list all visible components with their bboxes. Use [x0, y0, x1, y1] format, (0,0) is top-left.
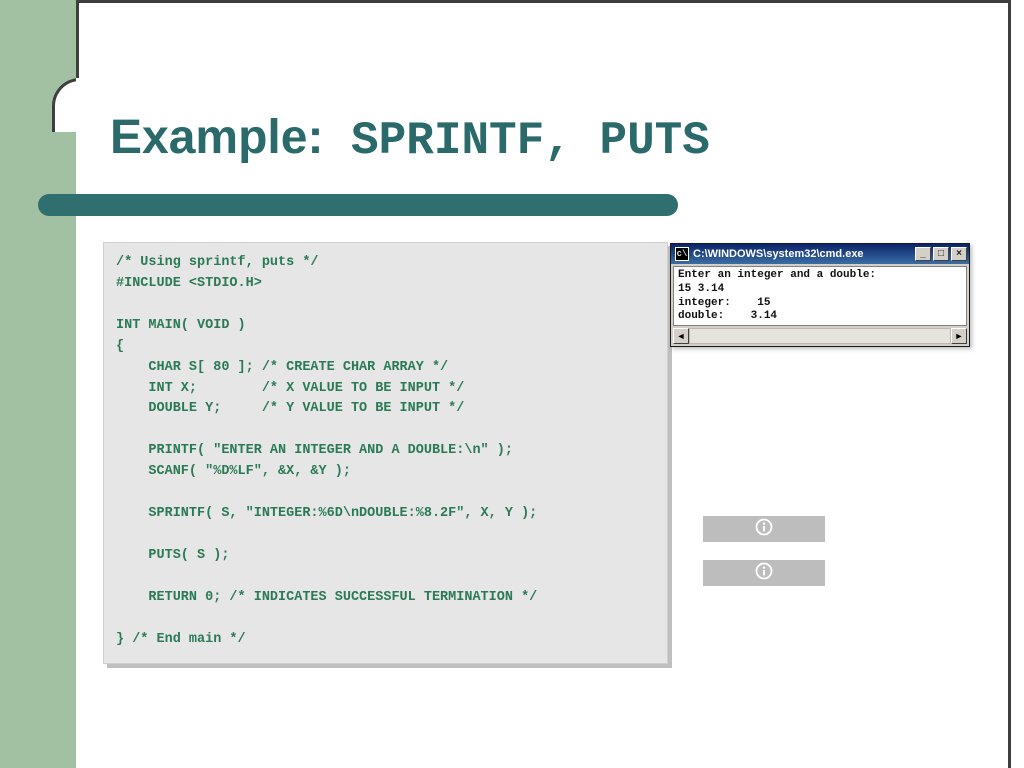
cmd-output: Enter an integer and a double: 15 3.14 i… [673, 266, 967, 326]
info-icon [755, 518, 773, 541]
cmd-window: c\ C:\WINDOWS\system32\cmd.exe _ □ × Ent… [670, 243, 970, 347]
code-card: /* Using sprintf, puts */ #INCLUDE <STDI… [103, 242, 668, 664]
minimize-button[interactable]: _ [915, 247, 931, 261]
scroll-left-button[interactable]: ◄ [673, 328, 689, 344]
slide-title: Example: SPRINTF, PUTS [110, 110, 710, 167]
close-button[interactable]: × [951, 247, 967, 261]
cmd-icon: c\ [675, 247, 689, 261]
cmd-title-text: C:\WINDOWS\system32\cmd.exe [693, 248, 911, 260]
info-pill-1[interactable] [703, 516, 825, 542]
title-underline-bar [38, 194, 678, 216]
scroll-track[interactable] [689, 328, 951, 344]
frame-right-line [1008, 0, 1011, 768]
title-heading: Example: [110, 111, 323, 164]
info-pill-2[interactable] [703, 560, 825, 586]
code-listing: /* Using sprintf, puts */ #INCLUDE <STDI… [116, 253, 655, 651]
scroll-right-button[interactable]: ► [951, 328, 967, 344]
cmd-titlebar[interactable]: c\ C:\WINDOWS\system32\cmd.exe _ □ × [671, 244, 969, 264]
frame-top-line [76, 0, 1008, 3]
maximize-button[interactable]: □ [933, 247, 949, 261]
cmd-scrollbar[interactable]: ◄ ► [673, 328, 967, 344]
info-icon [755, 562, 773, 585]
title-code: SPRINTF, PUTS [323, 115, 709, 167]
